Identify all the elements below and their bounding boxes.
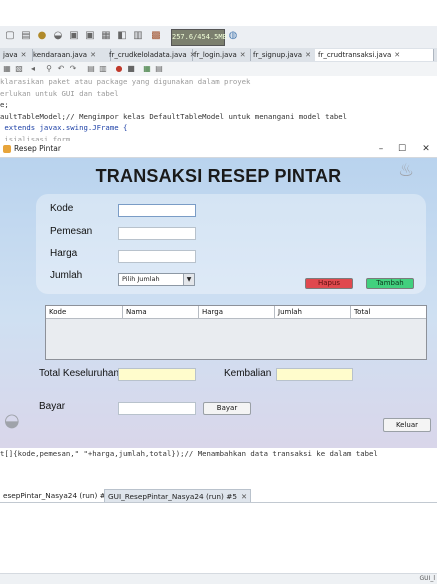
macro-stop-icon[interactable]: ■	[126, 64, 136, 74]
stop-icon[interactable]: ▩	[149, 29, 163, 43]
ide-toolbar: ▢ ▤ ● ◒ ▣ ▣ ▦ ◧ ▥ ▩ 257.6/454.5MB ◍	[0, 26, 437, 49]
run-icon[interactable]: ▦	[99, 29, 113, 43]
output-tab-label: esepPintar_Nasya24 (run) #4	[3, 491, 111, 500]
toggle-highlight-icon[interactable]: ▤	[86, 64, 96, 74]
total-keseluruhan-field[interactable]	[118, 368, 196, 381]
transaksi-table[interactable]: Kode Nama Harga Jumlah Total	[45, 305, 427, 360]
window-titlebar[interactable]: Resep Pintar – ☐ ✕	[0, 141, 437, 158]
code-editor[interactable]: klarasikan paket atau package yang digun…	[0, 76, 437, 146]
bowl-decoration-icon: ◒	[4, 410, 20, 431]
uncomment-icon[interactable]: ▤	[154, 64, 164, 74]
close-button[interactable]: ✕	[417, 141, 435, 157]
tab-label: fr_login.java	[194, 51, 237, 59]
editor-toolbar: ▦ ▧ ◂ ⚲ ↶ ↷ ▤ ▥ ● ■ ▦ ▤	[0, 62, 437, 77]
jumlah-selected-value: Pilih Jumlah	[122, 275, 160, 283]
column-header-nama[interactable]: Nama	[123, 306, 199, 318]
tab-label: fr_crudtransaksi.java	[318, 51, 392, 59]
bayar-field[interactable]	[118, 402, 196, 415]
tab-java[interactable]: java ✕	[0, 49, 33, 61]
column-header-kode[interactable]: Kode	[46, 306, 123, 318]
tab-crudtransaksi[interactable]: fr_crudtransaksi.java ✕	[315, 49, 434, 61]
keluar-button[interactable]: Keluar	[383, 418, 431, 432]
output-tab-label: GUI_ResepPintar_Nasya24 (run) #5	[108, 492, 237, 501]
code-line: aultTableModel;// Mengimpor kelas Defaul…	[0, 111, 348, 121]
find-next-icon[interactable]: ↷	[68, 64, 78, 74]
code-line: klarasikan paket atau package yang digun…	[0, 76, 437, 88]
code-comment: klarasikan paket atau package yang digun…	[0, 77, 251, 86]
close-icon[interactable]: ✕	[305, 51, 311, 59]
close-icon[interactable]: ✕	[394, 51, 400, 59]
jumlah-select[interactable]: Pilih Jumlah ▼	[118, 273, 195, 286]
maximize-button[interactable]: ☐	[393, 141, 411, 157]
ide-top-strip	[0, 0, 437, 26]
code-line: extends javax.swing.JFrame {	[0, 123, 128, 132]
kembalian-field[interactable]	[276, 368, 353, 381]
tab-label: kendaraan.java	[33, 51, 88, 59]
tambah-button[interactable]: Tambah	[366, 278, 414, 289]
jumlah-label: Jumlah	[50, 270, 83, 281]
redo-icon[interactable]: ▣	[83, 29, 97, 43]
close-icon[interactable]: ✕	[241, 492, 247, 501]
status-bar: GUI_l	[0, 573, 437, 584]
output-tab-run-5[interactable]: GUI_ResepPintar_Nasya24 (run) #5 ✕	[104, 489, 252, 503]
kembalian-label: Kembalian	[224, 368, 272, 379]
hapus-button[interactable]: Hapus	[305, 278, 353, 289]
table-header: Kode Nama Harga Jumlah Total	[46, 306, 426, 319]
harga-label: Harga	[50, 248, 78, 259]
pemesan-field[interactable]	[118, 227, 196, 240]
debug-icon[interactable]: ◧	[115, 29, 129, 43]
close-icon[interactable]: ✕	[21, 51, 27, 59]
code-line: erlukan untuk GUI dan tabel	[0, 88, 437, 100]
tab-label: fr_signup.java	[253, 51, 303, 59]
tab-kendaraan[interactable]: kendaraan.java ✕	[30, 49, 111, 61]
app-icon	[3, 145, 11, 153]
tab-login[interactable]: fr_login.java ✕	[191, 49, 251, 61]
page-title: TRANSAKSI RESEP PINTAR	[95, 166, 342, 186]
bayar-button[interactable]: Bayar	[203, 402, 251, 415]
editor-tabs: java ✕ kendaraan.java ✕ fr_crudkeloladata.…	[0, 48, 437, 63]
editor-code-line: t[]{kode,pemesan," "+harga,jumlah,total}…	[0, 448, 437, 460]
undo-icon[interactable]: ▣	[67, 29, 81, 43]
pemesan-label: Pemesan	[50, 226, 93, 237]
comment-icon[interactable]: ▦	[142, 64, 152, 74]
macro-record-icon[interactable]: ●	[114, 64, 124, 74]
kode-label: Kode	[50, 203, 74, 214]
profile-icon[interactable]: ▥	[131, 29, 145, 43]
memory-indicator[interactable]: 257.6/454.5MB	[171, 29, 227, 46]
tab-signup[interactable]: fr_signup.java ✕	[250, 49, 317, 61]
window-title: Resep Pintar	[14, 144, 61, 153]
tab-crudkeloladata[interactable]: fr_crudkeloladata.java ✕	[106, 49, 196, 61]
source-icon[interactable]: ▦	[2, 64, 12, 74]
gc-icon[interactable]: ◍	[226, 29, 240, 43]
column-header-harga[interactable]: Harga	[199, 306, 275, 318]
close-icon[interactable]: ✕	[90, 51, 96, 59]
chevron-down-icon[interactable]: ▼	[183, 274, 194, 285]
back-icon[interactable]: ◂	[28, 64, 38, 74]
minimize-button[interactable]: –	[372, 141, 390, 157]
code-comment: erlukan untuk GUI dan tabel	[0, 88, 119, 98]
open-project-icon[interactable]: ▤	[19, 29, 33, 43]
total-keseluruhan-label: Total Keseluruhan	[39, 368, 120, 379]
find-prev-icon[interactable]: ↶	[56, 64, 66, 74]
clean-build-icon[interactable]: ◒	[51, 29, 65, 43]
close-icon[interactable]: ✕	[240, 51, 246, 59]
column-header-total[interactable]: Total	[351, 306, 426, 318]
build-icon[interactable]: ●	[35, 29, 49, 43]
output-panel	[0, 460, 437, 583]
code-line: e;	[0, 100, 9, 109]
harga-field[interactable]	[118, 250, 196, 263]
bookmark-icon[interactable]: ▥	[98, 64, 108, 74]
column-header-jumlah[interactable]: Jumlah	[275, 306, 351, 318]
tab-label: fr_crudkeloladata.java	[109, 51, 187, 59]
bayar-label: Bayar	[39, 401, 66, 412]
kode-field[interactable]	[118, 204, 196, 217]
new-file-icon[interactable]: ▢	[3, 29, 17, 43]
history-icon[interactable]: ▧	[14, 64, 24, 74]
output-divider	[0, 502, 437, 503]
find-icon[interactable]: ⚲	[44, 64, 54, 74]
tab-label: java	[3, 51, 18, 59]
